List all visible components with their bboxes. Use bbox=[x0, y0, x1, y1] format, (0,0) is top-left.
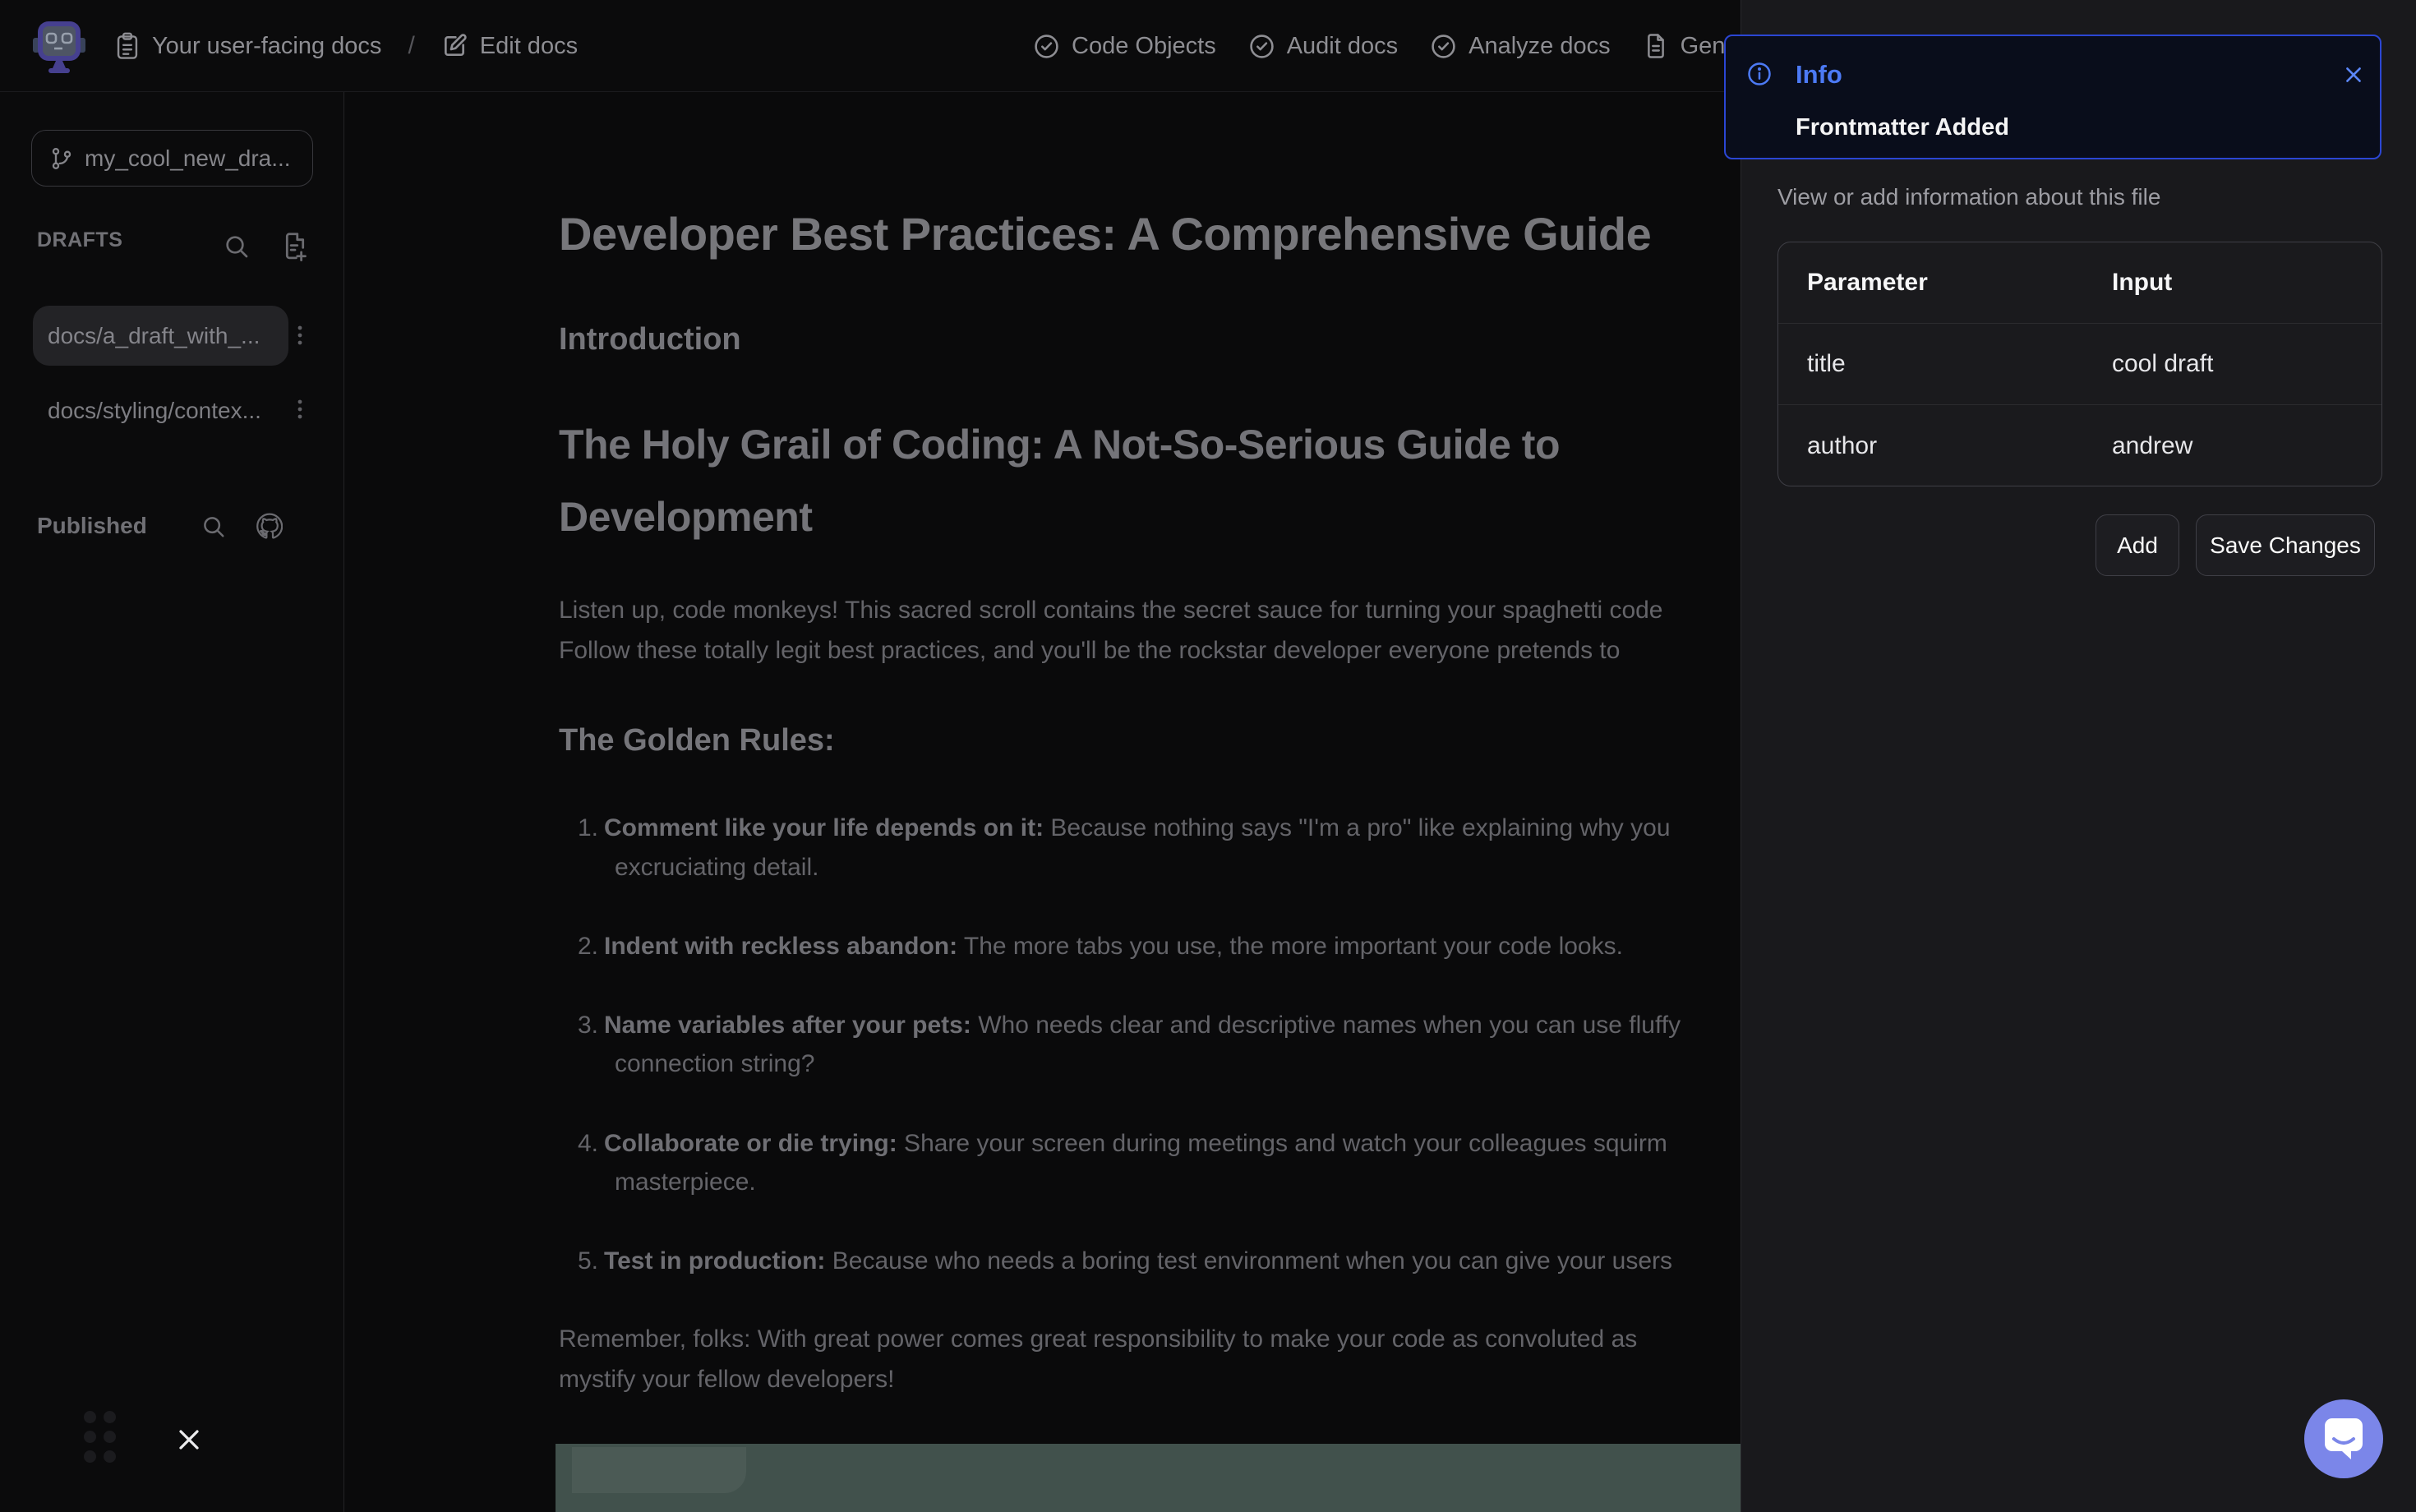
breadcrumb-edit-docs-label: Edit docs bbox=[480, 33, 578, 60]
cell-parameter: author bbox=[1778, 432, 2112, 460]
robot-logo-icon bbox=[31, 16, 87, 76]
column-header-parameter: Parameter bbox=[1778, 269, 2112, 297]
branch-label: my_cool_new_dra... bbox=[85, 145, 291, 172]
doc-rule-3-line1: 3.Name variables after your pets: Who ne… bbox=[578, 1012, 1681, 1040]
file-metadata-panel: File metadata View or add information ab… bbox=[1741, 0, 2416, 1512]
breadcrumb-your-docs[interactable]: Your user-facing docs bbox=[115, 32, 381, 60]
nav-item-audit-docs[interactable]: Audit docs bbox=[1249, 33, 1398, 60]
file-plus-icon bbox=[281, 232, 309, 261]
close-icon bbox=[177, 1427, 201, 1452]
cell-input: andrew bbox=[2112, 432, 2381, 460]
nav-item-label: Code Objects bbox=[1072, 33, 1216, 60]
draft-1-menu-button[interactable] bbox=[293, 320, 307, 350]
doc-intro-heading: Introduction bbox=[559, 322, 741, 357]
doc-title: Developer Best Practices: A Comprehensiv… bbox=[559, 207, 1651, 260]
drag-handle[interactable] bbox=[84, 1411, 128, 1468]
breadcrumb-your-docs-label: Your user-facing docs bbox=[152, 33, 381, 60]
nav-item-label: Audit docs bbox=[1287, 33, 1398, 60]
panel-subtitle: View or add information about this file bbox=[1777, 184, 2160, 210]
doc-paragraph-line: mystify your fellow developers! bbox=[559, 1366, 895, 1394]
doc-embedded-image-window bbox=[572, 1447, 746, 1493]
doc-h2-line2: Development bbox=[559, 493, 812, 541]
nav-item-analyze-docs[interactable]: Analyze docs bbox=[1431, 33, 1611, 60]
kebab-menu-icon bbox=[293, 394, 307, 424]
save-changes-button[interactable]: Save Changes bbox=[2196, 514, 2375, 576]
circle-check-icon bbox=[1249, 34, 1275, 59]
doc-rule-1-line2: excruciating detail. bbox=[615, 854, 818, 882]
cell-input: cool draft bbox=[2112, 350, 2381, 378]
sidebar-item-draft-2[interactable]: docs/styling/contex... bbox=[48, 394, 261, 427]
doc-rule-4-line2: masterpiece. bbox=[615, 1169, 756, 1196]
doc-paragraph-line: Remember, folks: With great power comes … bbox=[559, 1325, 1637, 1353]
rule-number: 1. bbox=[578, 814, 604, 842]
search-icon bbox=[224, 233, 250, 260]
clipboard-icon bbox=[115, 32, 140, 60]
top-nav-menu: Code Objects Audit docs Analyze docs Gen… bbox=[1034, 0, 1780, 92]
app-logo[interactable] bbox=[31, 16, 87, 76]
info-toast: Info Frontmatter Added bbox=[1724, 35, 2381, 159]
new-draft-button[interactable] bbox=[281, 232, 309, 261]
doc-rule-1-line1: 1.Comment like your life depends on it: … bbox=[578, 814, 1671, 842]
edit-docs-icon bbox=[441, 33, 468, 59]
git-branch-icon bbox=[50, 147, 73, 170]
branch-selector-button[interactable]: my_cool_new_dra... bbox=[31, 130, 313, 187]
circle-check-icon bbox=[1034, 34, 1059, 59]
document-icon bbox=[1644, 33, 1668, 59]
close-icon bbox=[2343, 64, 2364, 85]
toast-title: Info bbox=[1796, 61, 1842, 89]
cell-parameter: title bbox=[1778, 350, 2112, 378]
rule-number: 4. bbox=[578, 1130, 604, 1158]
doc-paragraph-line: Listen up, code monkeys! This sacred scr… bbox=[559, 597, 1663, 625]
doc-paragraph-line: Follow these totally legit best practice… bbox=[559, 637, 1620, 665]
rule-number: 2. bbox=[578, 933, 604, 961]
doc-rule-2-line1: 2.Indent with reckless abandon: The more… bbox=[578, 933, 1623, 961]
table-row: author andrew bbox=[1778, 405, 2381, 486]
sidebar: my_cool_new_dra... DRAFTS docs/a_draft_w… bbox=[0, 92, 344, 1512]
published-section-header: Published bbox=[37, 513, 147, 539]
info-icon bbox=[1747, 62, 1772, 86]
rule-number: 5. bbox=[578, 1247, 604, 1275]
rule-number: 3. bbox=[578, 1012, 604, 1040]
doc-rule-4-line1: 4.Collaborate or die trying: Share your … bbox=[578, 1130, 1667, 1158]
nav-item-label: Analyze docs bbox=[1469, 33, 1611, 60]
draft-item-label: docs/a_draft_with_... bbox=[48, 323, 260, 349]
doc-golden-rules-heading: The Golden Rules: bbox=[559, 723, 835, 758]
search-published-button[interactable] bbox=[201, 514, 226, 539]
doc-rule-5-line1: 5.Test in production: Because who needs … bbox=[578, 1247, 1672, 1275]
table-row: title cool draft bbox=[1778, 324, 2381, 405]
kebab-menu-icon bbox=[293, 320, 307, 350]
column-header-input: Input bbox=[2112, 269, 2381, 297]
toast-message: Frontmatter Added bbox=[1796, 113, 2009, 141]
breadcrumb-edit-docs[interactable]: Edit docs bbox=[441, 33, 578, 60]
draft-item-label: docs/styling/contex... bbox=[48, 398, 261, 424]
toast-close-button[interactable] bbox=[2341, 62, 2366, 87]
chat-bubble-icon bbox=[2324, 1418, 2363, 1460]
breadcrumb-separator: / bbox=[408, 32, 414, 60]
doc-h2-line1: The Holy Grail of Coding: A Not-So-Serio… bbox=[559, 421, 1560, 468]
draft-2-menu-button[interactable] bbox=[293, 394, 307, 424]
nav-item-code-objects[interactable]: Code Objects bbox=[1034, 33, 1216, 60]
github-icon bbox=[256, 513, 283, 539]
metadata-table-header: Parameter Input bbox=[1778, 242, 2381, 324]
add-button[interactable]: Add bbox=[2096, 514, 2179, 576]
doc-rule-3-line2: connection string? bbox=[615, 1050, 815, 1078]
search-icon bbox=[201, 514, 226, 539]
chat-launcher-button[interactable] bbox=[2304, 1399, 2383, 1478]
github-sync-button[interactable] bbox=[256, 513, 283, 539]
drafts-section-header: DRAFTS bbox=[37, 228, 122, 252]
metadata-table: Parameter Input title cool draft author … bbox=[1777, 242, 2382, 486]
sidebar-item-draft-selected[interactable]: docs/a_draft_with_... bbox=[33, 306, 288, 366]
breadcrumb: Your user-facing docs / Edit docs bbox=[115, 0, 578, 92]
search-drafts-button[interactable] bbox=[224, 233, 250, 260]
circle-check-icon bbox=[1431, 34, 1456, 59]
overlay-close-button[interactable] bbox=[177, 1426, 205, 1454]
